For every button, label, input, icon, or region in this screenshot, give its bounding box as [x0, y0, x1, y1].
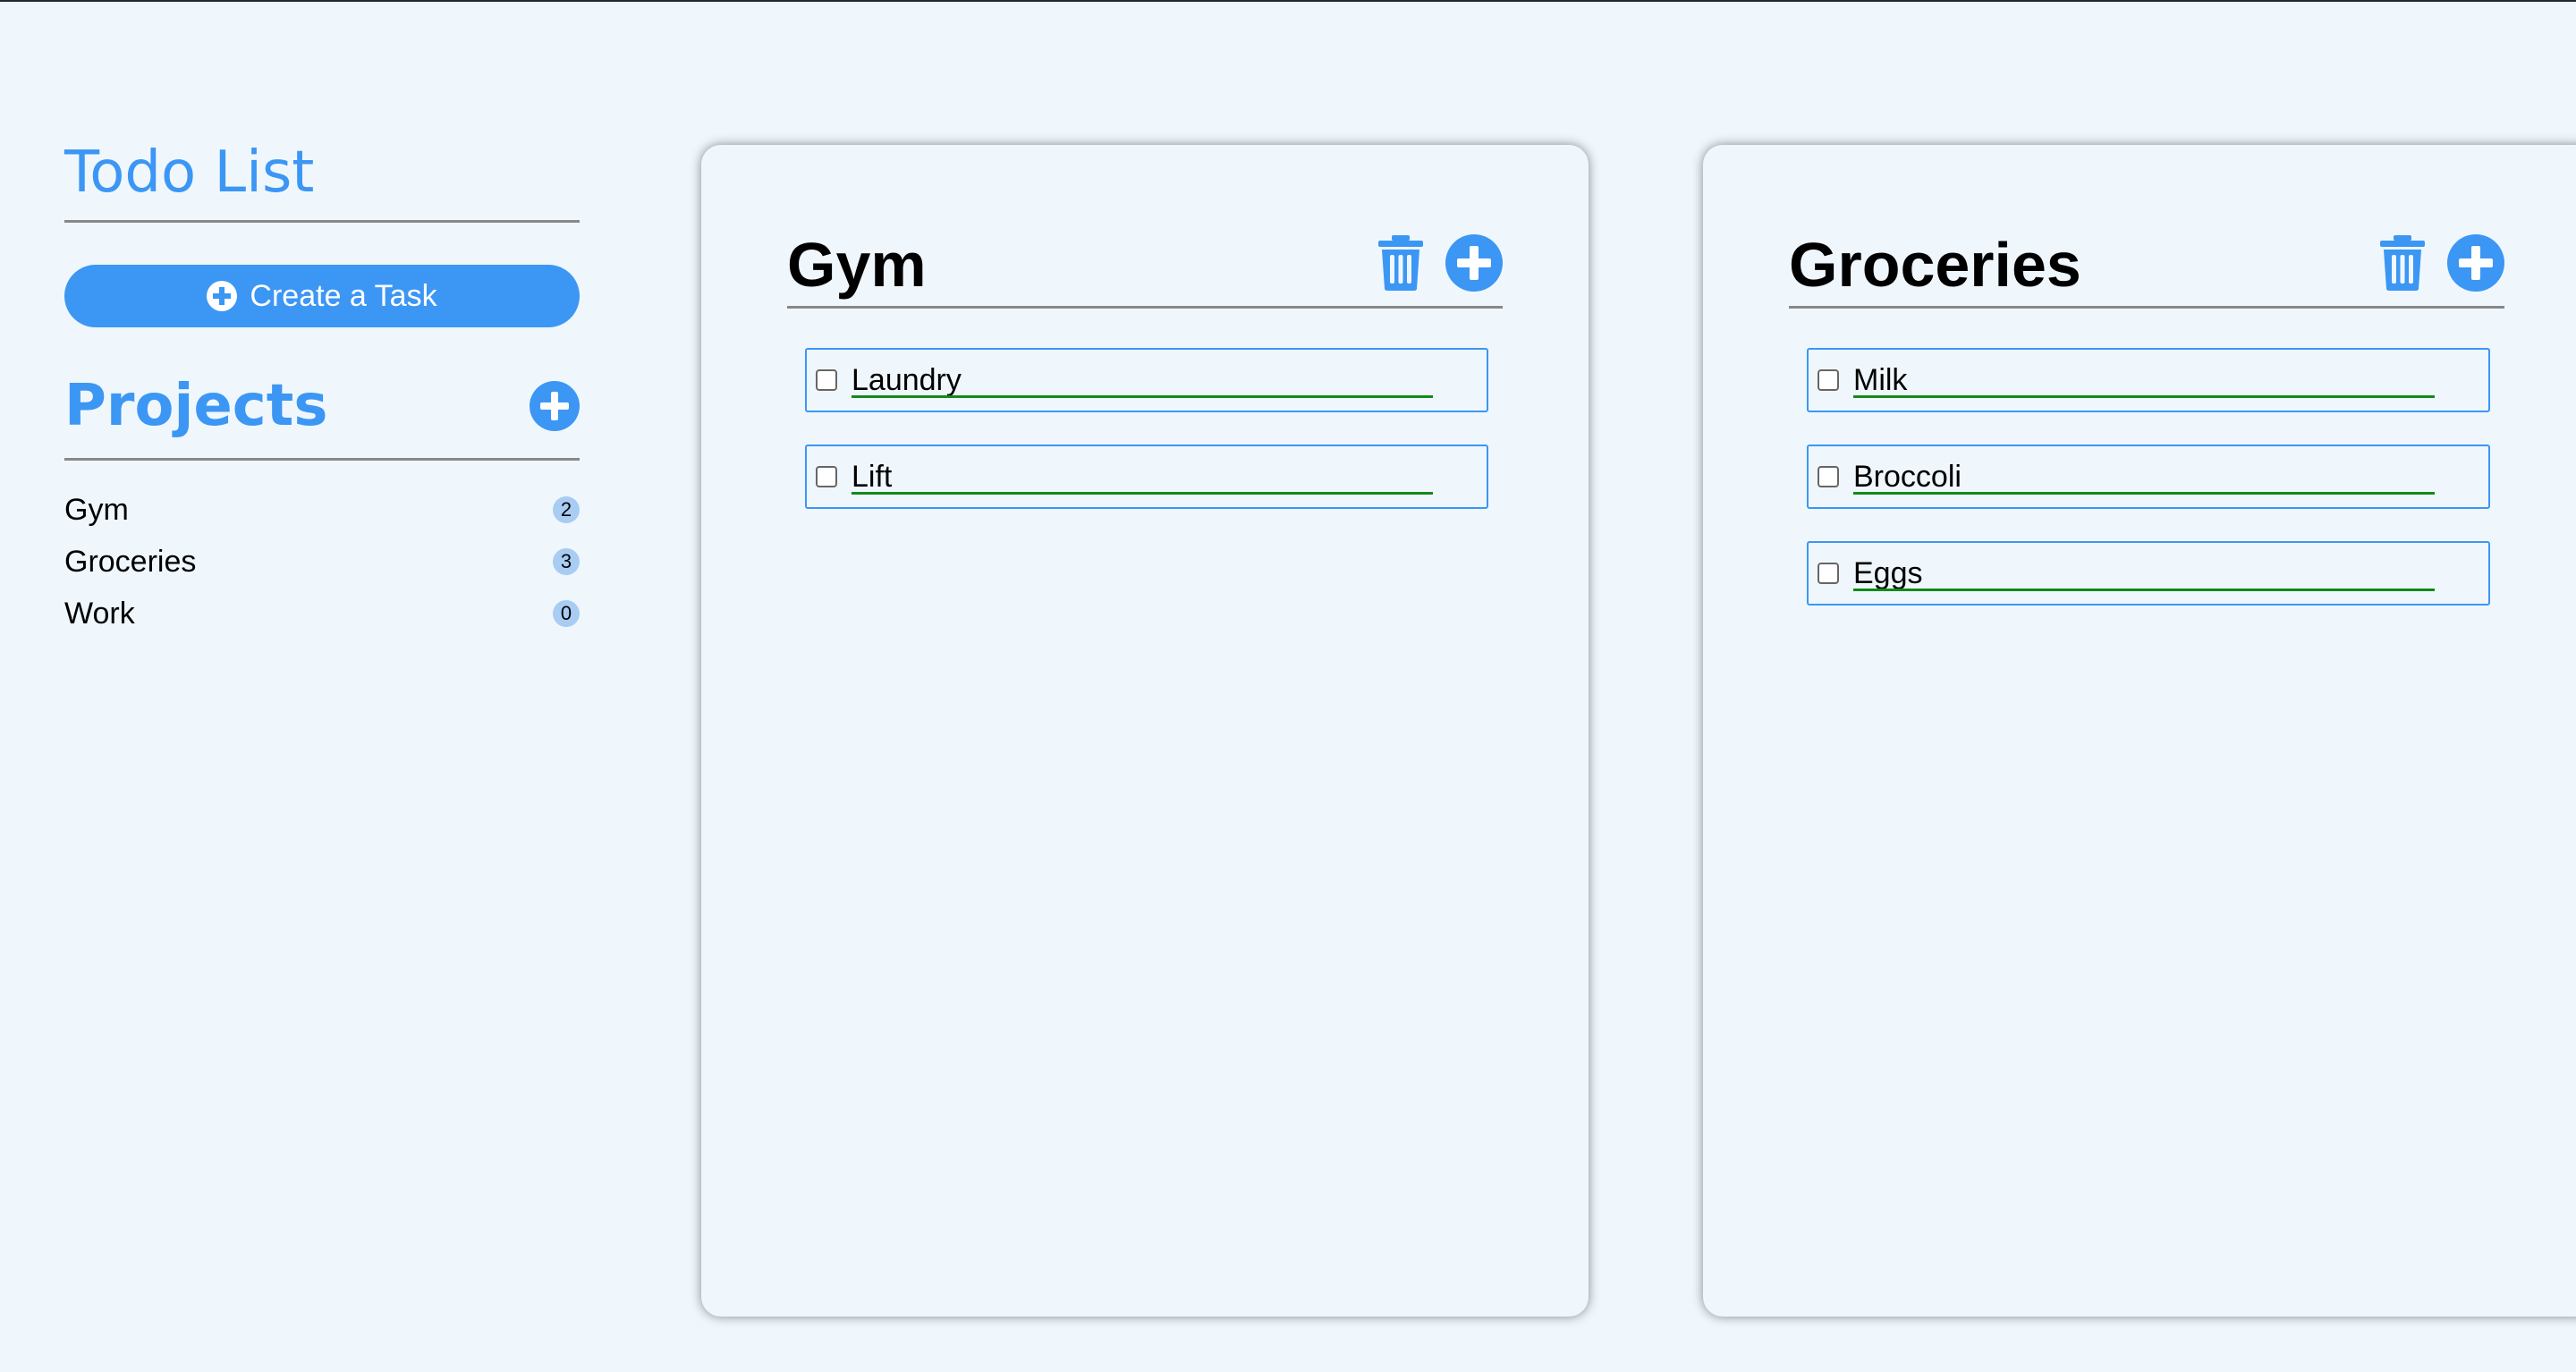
task-item[interactable]: Lift	[805, 445, 1488, 509]
task-text[interactable]: Eggs	[1853, 548, 2435, 598]
top-border	[0, 0, 2576, 2]
sidebar-item-gym[interactable]: Gym 2	[64, 484, 580, 536]
card-title: Groceries	[1789, 230, 2081, 300]
divider	[64, 220, 580, 223]
task-checkbox[interactable]	[1818, 466, 1839, 487]
card-title: Gym	[787, 230, 927, 300]
project-name: Gym	[64, 492, 129, 527]
task-checkbox[interactable]	[1818, 369, 1839, 391]
project-card-gym: Gym Laundry Lift	[701, 145, 1589, 1317]
task-label: Laundry	[852, 363, 962, 397]
divider	[64, 458, 580, 461]
task-item[interactable]: Eggs	[1807, 541, 2490, 606]
task-item[interactable]: Laundry	[805, 348, 1488, 412]
plus-circle-icon	[530, 380, 580, 431]
create-task-label: Create a Task	[250, 278, 437, 313]
task-label: Milk	[1853, 363, 1908, 397]
add-task-button[interactable]	[1445, 233, 1503, 296]
task-checkbox[interactable]	[816, 466, 837, 487]
sidebar-item-work[interactable]: Work 0	[64, 588, 580, 639]
projects-header: Projects	[64, 374, 580, 438]
projects-title: Projects	[64, 373, 328, 439]
task-count-badge: 3	[553, 548, 580, 575]
plus-circle-icon	[1445, 233, 1503, 292]
task-label: Lift	[852, 460, 893, 494]
card-actions	[2377, 233, 2504, 297]
task-underline	[1853, 492, 2435, 495]
plus-circle-icon	[207, 281, 238, 311]
sidebar: Todo List Create a Task Projects Gym 2 G…	[64, 125, 580, 639]
task-item[interactable]: Broccoli	[1807, 445, 2490, 509]
task-underline	[1853, 589, 2435, 591]
task-text[interactable]: Laundry	[852, 355, 1433, 405]
task-list: Laundry Lift	[805, 348, 1488, 541]
task-text[interactable]: Lift	[852, 452, 1433, 502]
task-label: Eggs	[1853, 556, 1923, 590]
task-text[interactable]: Milk	[1853, 355, 2435, 405]
card-header: Gym	[787, 224, 1503, 309]
task-item[interactable]: Milk	[1807, 348, 2490, 412]
task-text[interactable]: Broccoli	[1853, 452, 2435, 502]
task-label: Broccoli	[1853, 460, 1962, 494]
task-checkbox[interactable]	[816, 369, 837, 391]
project-name: Work	[64, 596, 135, 631]
create-task-button[interactable]: Create a Task	[64, 265, 580, 327]
trash-icon	[2380, 234, 2425, 291]
task-checkbox[interactable]	[1818, 563, 1839, 584]
delete-project-button[interactable]	[2377, 233, 2428, 297]
project-list: Gym 2 Groceries 3 Work 0	[64, 484, 580, 639]
project-card-groceries: Groceries Milk Broccoli Eggs	[1703, 145, 2576, 1317]
add-task-button[interactable]	[2447, 233, 2504, 296]
delete-project-button[interactable]	[1376, 233, 1426, 297]
add-project-button[interactable]	[530, 380, 580, 436]
task-underline	[1853, 395, 2435, 398]
card-header: Groceries	[1789, 224, 2504, 309]
task-underline	[852, 492, 1433, 495]
plus-circle-icon	[2447, 233, 2504, 292]
task-underline	[852, 395, 1433, 398]
trash-icon	[1378, 234, 1423, 291]
task-count-badge: 0	[553, 600, 580, 627]
task-list: Milk Broccoli Eggs	[1807, 348, 2490, 638]
card-actions	[1376, 233, 1503, 297]
app-title: Todo List	[64, 140, 315, 206]
task-count-badge: 2	[553, 496, 580, 523]
sidebar-item-groceries[interactable]: Groceries 3	[64, 536, 580, 588]
project-name: Groceries	[64, 544, 197, 579]
